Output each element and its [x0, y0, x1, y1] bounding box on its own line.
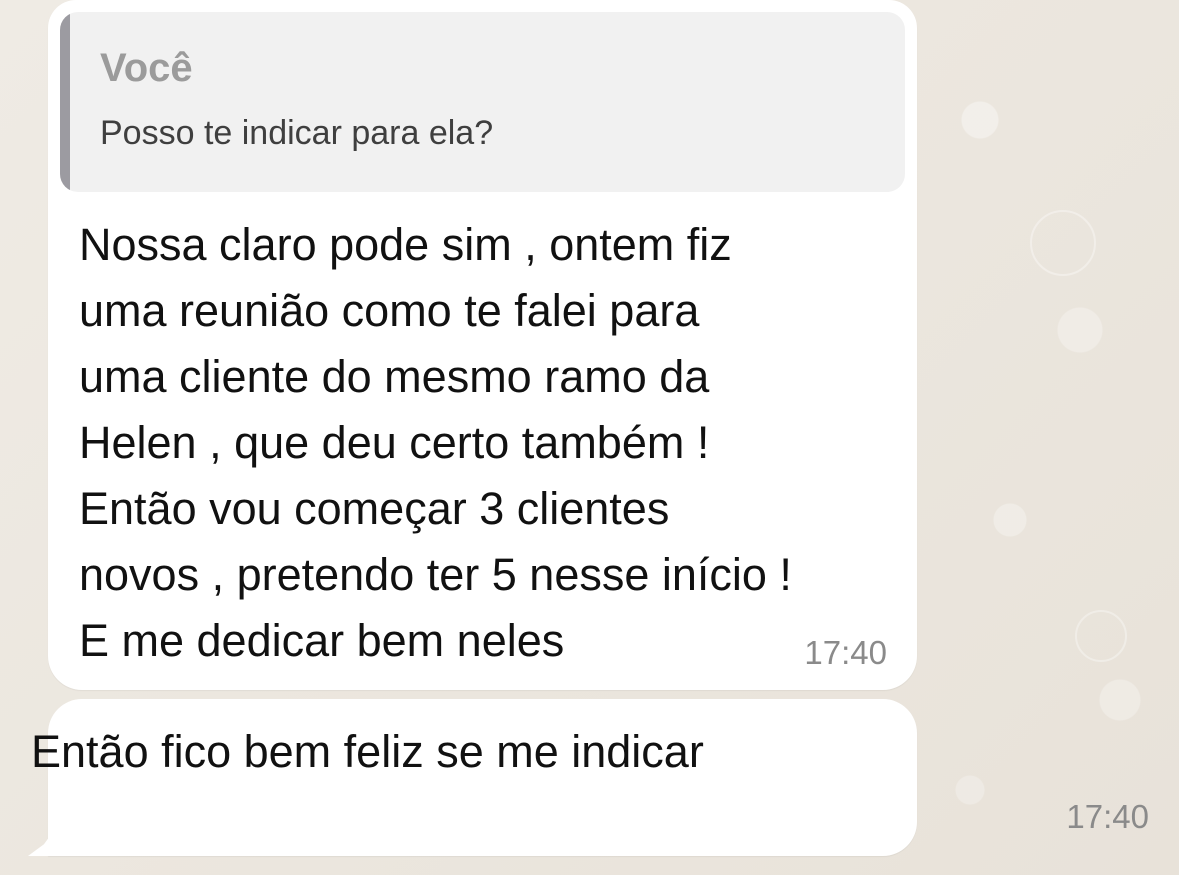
- message-text: Nossa claro pode sim , ontem fiz uma reu…: [79, 212, 899, 674]
- message-line: novos , pretendo ter 5 nesse início !: [79, 549, 792, 600]
- message-line: E me dedicar bem neles: [79, 615, 565, 666]
- message-line: uma cliente do mesmo ramo da: [79, 351, 710, 402]
- incoming-message-bubble[interactable]: Você Posso te indicar para ela? Nossa cl…: [48, 0, 917, 690]
- message-line: Helen , que deu certo também !: [79, 417, 710, 468]
- message-timestamp: 17:40: [804, 634, 887, 671]
- message-line: Então vou começar 3 clientes: [79, 483, 670, 534]
- quoted-author: Você: [100, 46, 193, 90]
- quoted-reply[interactable]: Você Posso te indicar para ela?: [60, 12, 905, 192]
- message-line: uma reunião como te falei para: [79, 285, 700, 336]
- quote-accent-bar: [60, 12, 70, 192]
- message-text: Então fico bem feliz se me indicar: [31, 726, 704, 777]
- message-timestamp: 17:40: [1066, 798, 1149, 835]
- message-line: Nossa claro pode sim , ontem fiz: [79, 219, 732, 270]
- quoted-text: Posso te indicar para ela?: [100, 114, 494, 152]
